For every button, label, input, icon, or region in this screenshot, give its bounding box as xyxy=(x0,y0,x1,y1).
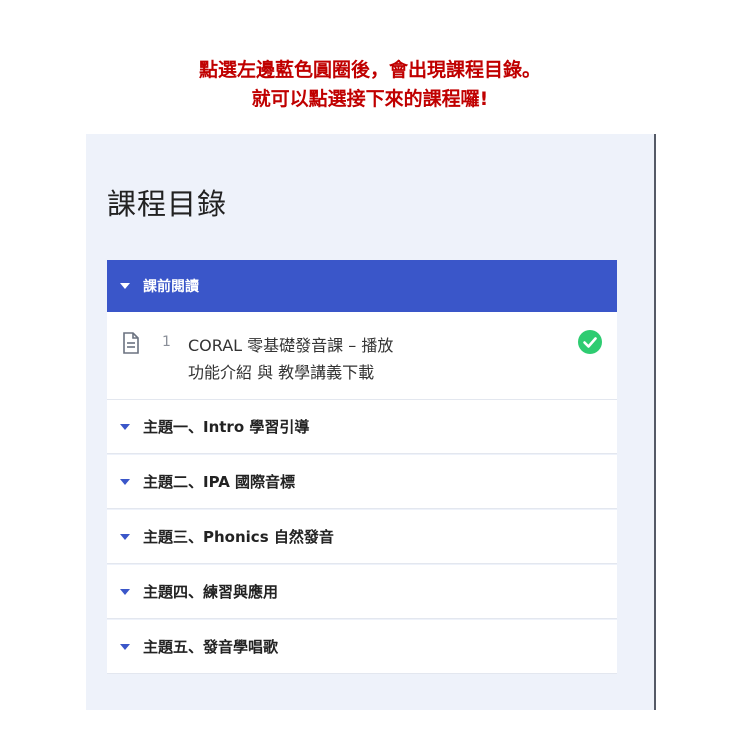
lesson-title-line-1: CORAL 零基礎發音課 – 播放 xyxy=(188,336,394,355)
topic-label: 主題三、Phonics 自然發音 xyxy=(143,528,334,546)
lesson-number: 1 xyxy=(162,334,171,350)
caret-down-icon xyxy=(120,283,130,289)
document-icon xyxy=(123,332,139,354)
instruction-caption: 點選左邊藍色圓圈後，會出現課程目錄。 就可以點選接下來的課程囉! xyxy=(0,56,740,114)
topic-item-2[interactable]: 主題二、IPA 國際音標 xyxy=(107,455,617,509)
topic-item-5[interactable]: 主題五、發音學唱歌 xyxy=(107,620,617,674)
caret-down-icon xyxy=(120,588,130,595)
toc-title: 課程目錄 xyxy=(107,187,228,221)
caret-down-icon xyxy=(120,643,130,650)
caret-down-icon xyxy=(120,533,130,540)
caret-down-icon xyxy=(120,423,130,430)
topic-label: 主題五、發音學唱歌 xyxy=(143,638,279,656)
topic-label: 主題一、Intro 學習引導 xyxy=(143,418,310,436)
section-header-pre-reading[interactable]: 課前閱讀 xyxy=(107,260,617,312)
topic-item-1[interactable]: 主題一、Intro 學習引導 xyxy=(107,400,617,454)
lesson-title-line-2: 功能介紹 與 教學講義下載 xyxy=(188,363,375,382)
caption-line-1: 點選左邊藍色圓圈後，會出現課程目錄。 xyxy=(198,59,541,81)
caret-down-icon xyxy=(120,478,130,485)
topic-item-4[interactable]: 主題四、練習與應用 xyxy=(107,565,617,619)
panel-divider xyxy=(654,134,656,710)
caption-line-2: 就可以點選接下來的課程囉! xyxy=(251,88,489,110)
topic-label: 主題二、IPA 國際音標 xyxy=(143,473,296,491)
lesson-title: CORAL 零基礎發音課 – 播放 功能介紹 與 教學講義下載 xyxy=(188,332,438,386)
topic-item-3[interactable]: 主題三、Phonics 自然發音 xyxy=(107,510,617,564)
lesson-item-1[interactable]: 1 CORAL 零基礎發音課 – 播放 功能介紹 與 教學講義下載 xyxy=(107,312,617,400)
check-circle-icon xyxy=(578,330,602,354)
section-label: 課前閱讀 xyxy=(143,279,199,295)
topic-label: 主題四、練習與應用 xyxy=(143,583,279,601)
course-toc-panel: 課程目錄 課前閱讀 1 CORAL 零基礎發音課 – 播放 功能介紹 與 教學講… xyxy=(86,134,654,710)
